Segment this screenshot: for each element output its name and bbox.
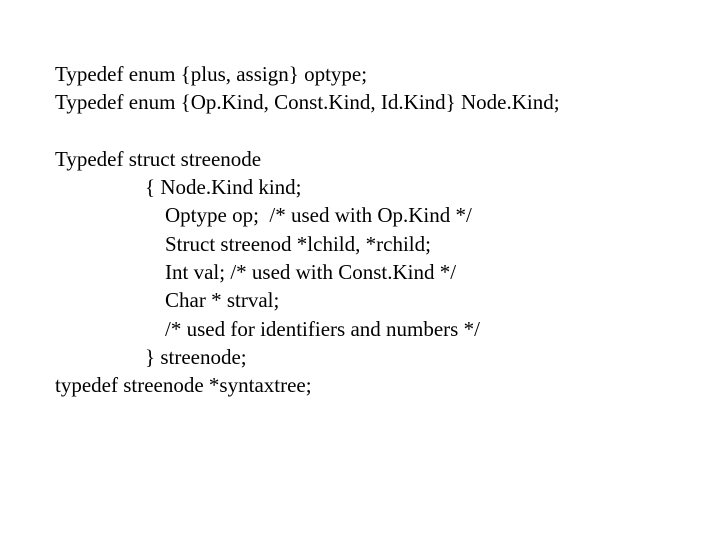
- code-block: Typedef enum {plus, assign} optype; Type…: [0, 0, 720, 460]
- code-line: typedef streenode *syntaxtree;: [55, 371, 665, 399]
- code-line: Optype op; /* used with Op.Kind */: [55, 201, 665, 229]
- code-line: { Node.Kind kind;: [55, 173, 665, 201]
- code-line: Struct streenod *lchild, *rchild;: [55, 230, 665, 258]
- code-line: Typedef enum {Op.Kind, Const.Kind, Id.Ki…: [55, 88, 665, 116]
- code-line: /* used for identifiers and numbers */: [55, 315, 665, 343]
- code-line: Typedef struct streenode: [55, 145, 665, 173]
- code-line: } streenode;: [55, 343, 665, 371]
- code-line: Char * strval;: [55, 286, 665, 314]
- code-line: Typedef enum {plus, assign} optype;: [55, 60, 665, 88]
- code-line: Int val; /* used with Const.Kind */: [55, 258, 665, 286]
